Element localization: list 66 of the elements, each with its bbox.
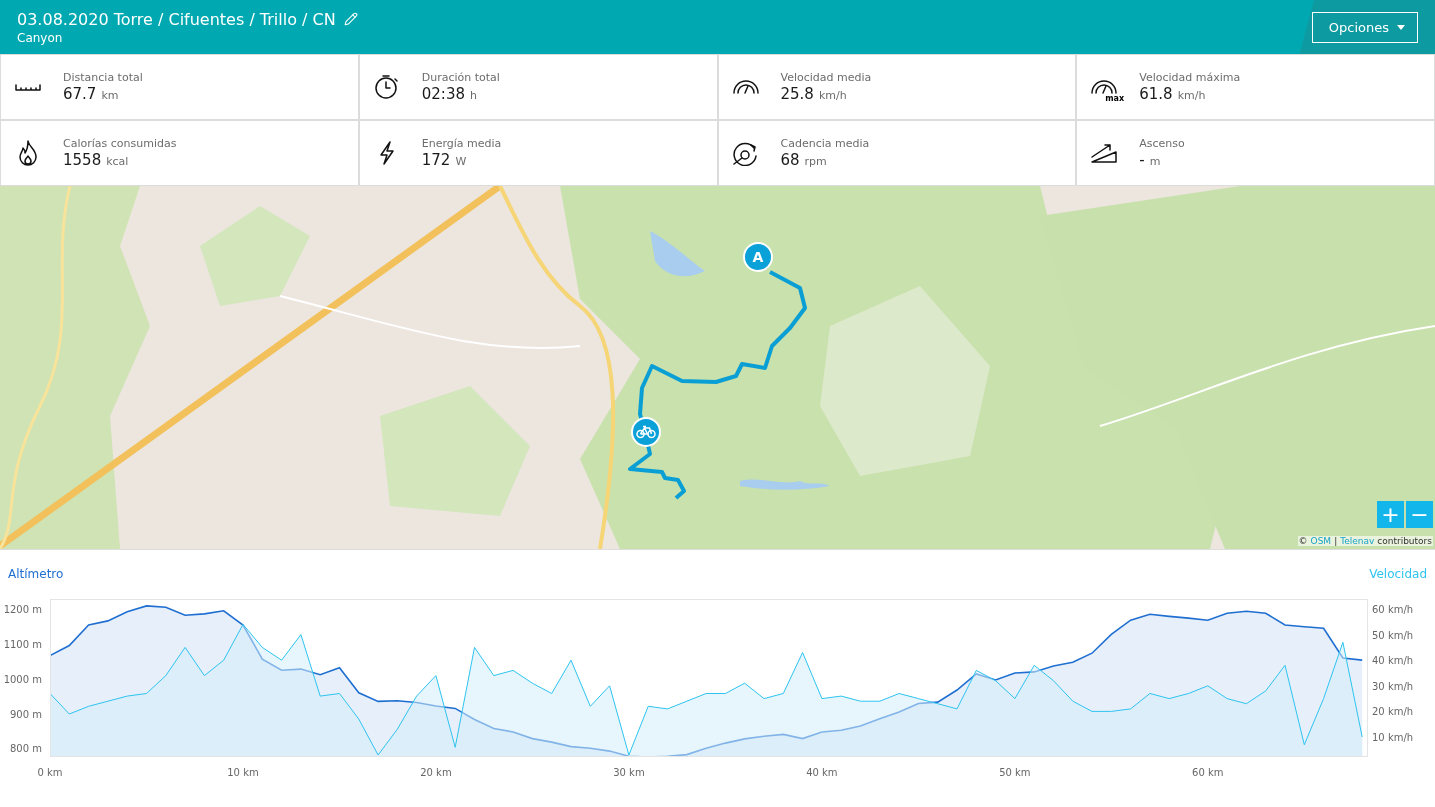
y-tick-label: 30 km/h [1372, 680, 1414, 692]
stat-value: - [1139, 151, 1145, 169]
icon-caption: max [1105, 95, 1125, 103]
stat-label: Calorías consumidas [63, 137, 177, 150]
y-tick-label: 900 m [10, 708, 42, 720]
stat-value: 172 [421, 151, 451, 169]
y-tick-label: 60 km/h [1372, 603, 1414, 615]
x-tick-label: 50 km [999, 767, 1031, 778]
attribution-link[interactable]: Telenav [1340, 536, 1375, 546]
lightning-icon [377, 141, 396, 165]
stat-label: Ascenso [1139, 137, 1185, 150]
stat-label: Velocidad media [780, 71, 872, 84]
y-tick-label: 1000 m [3, 673, 42, 685]
altitude-title: Altímetro [8, 567, 64, 582]
stat-unit: km/h [818, 89, 847, 102]
gauge-icon [1090, 79, 1119, 95]
stat-value: 02:38 [421, 85, 465, 103]
stat-label: Energía media [421, 137, 502, 150]
stat-unit: rpm [804, 155, 827, 168]
zoom-out-button[interactable]: − [1406, 501, 1433, 528]
y-tick-label: 10 km/h [1372, 731, 1414, 743]
edit-icon[interactable] [343, 12, 358, 26]
stat-label: Distancia total [63, 71, 143, 84]
caret-icon [1397, 24, 1405, 30]
stat-unit: W [455, 155, 467, 168]
attribution-link[interactable]: OSM [1310, 536, 1332, 546]
flame-icon [18, 140, 38, 166]
x-tick-label: 30 km [613, 767, 645, 778]
stat-value: 25.8 [780, 85, 814, 103]
copyright-symbol: © [1298, 536, 1308, 546]
gauge-icon [731, 79, 760, 95]
speed-title: Velocidad [1369, 567, 1427, 582]
y-tick-label: 1200 m [3, 603, 42, 615]
stat-value: 1558 [63, 151, 102, 169]
activity-title: 03.08.2020 Torre / Cifuentes / Trillo / CN [17, 9, 336, 29]
y-tick-label: 1100 m [3, 638, 42, 650]
options-button[interactable]: Opciones [1311, 11, 1418, 43]
stat-label: Velocidad máxima [1139, 71, 1241, 84]
stat-unit: m [1149, 155, 1161, 168]
stat-value: 68 [780, 151, 800, 169]
stat-label: Duración total [421, 71, 500, 84]
activity-subtitle: Canyon [17, 30, 64, 45]
x-tick-label: 60 km [1192, 767, 1224, 778]
stat-value: 61.8 [1139, 85, 1173, 103]
stat-unit: h [470, 89, 477, 102]
x-tick-label: 10 km [227, 767, 259, 778]
stopwatch-icon [373, 74, 400, 100]
y-tick-label: 20 km/h [1372, 705, 1414, 717]
ruler-icon [15, 82, 41, 92]
bicycle-icon [636, 425, 656, 439]
zoom-in-button[interactable]: + [1377, 501, 1404, 528]
x-tick-label: 40 km [806, 767, 838, 778]
attribution-text: contributors [1377, 536, 1432, 546]
stat-unit: kcal [106, 155, 129, 168]
stat-unit: km [101, 89, 119, 102]
stat-unit: km/h [1177, 89, 1206, 102]
stat-value: 67.7 [63, 85, 97, 103]
stat-label: Cadencia media [780, 137, 870, 150]
x-tick-label: 0 km [37, 767, 63, 778]
attribution-separator: | [1334, 536, 1338, 546]
x-tick-label: 20 km [420, 767, 452, 778]
y-tick-label: 800 m [10, 742, 42, 754]
y-tick-label: 40 km/h [1372, 654, 1414, 666]
cadence-icon [731, 140, 760, 166]
incline-icon [1090, 142, 1119, 164]
y-tick-label: 50 km/h [1372, 629, 1414, 641]
